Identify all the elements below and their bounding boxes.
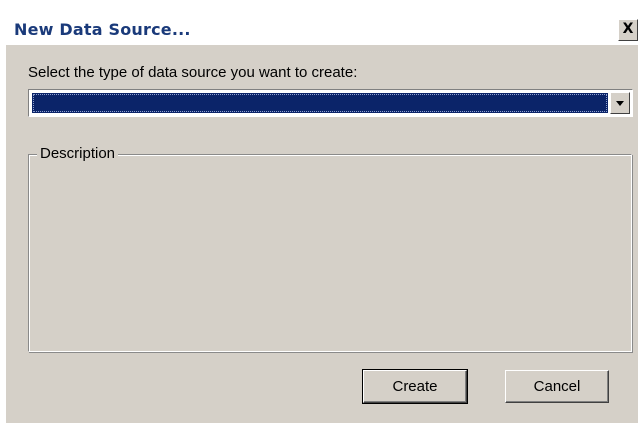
new-data-source-dialog: New Data Source... X Select the type of … [6, 14, 638, 423]
cancel-button[interactable]: Cancel [505, 370, 609, 403]
title-bar[interactable]: New Data Source... X [6, 14, 638, 45]
close-button[interactable]: X [618, 19, 638, 41]
data-source-type-dropdown[interactable] [28, 89, 633, 117]
description-label: Description [37, 145, 119, 162]
data-source-type-selected-value[interactable] [32, 93, 608, 113]
dialog-title: New Data Source... [14, 20, 191, 39]
create-button[interactable]: Create [362, 369, 468, 404]
description-group: Description [28, 145, 632, 352]
close-icon: X [622, 21, 634, 37]
chevron-down-icon [616, 101, 624, 106]
dropdown-button[interactable] [610, 92, 630, 114]
data-source-type-label: Select the type of data source you want … [28, 64, 358, 81]
